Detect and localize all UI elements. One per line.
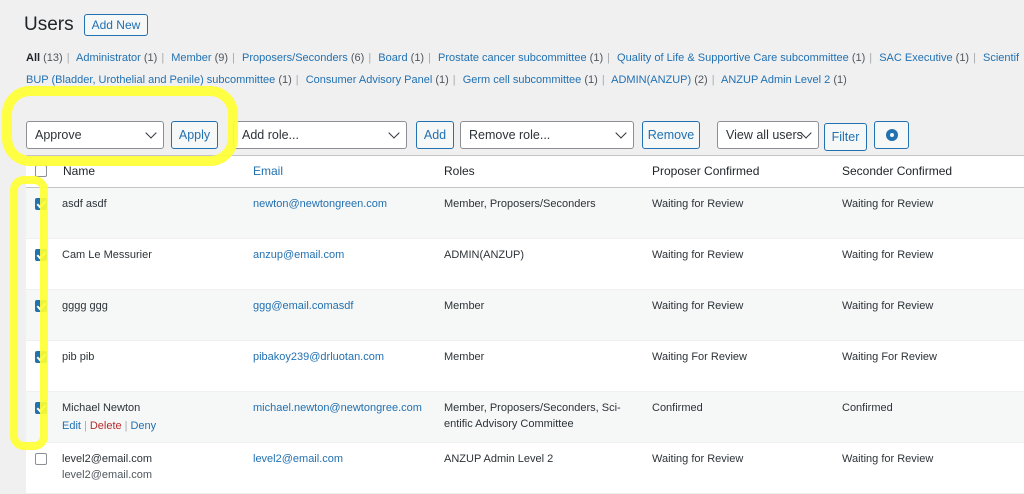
- edit-link[interactable]: Edit: [62, 420, 81, 432]
- user-name-cell: level2@email.com level2@email.com: [62, 451, 152, 483]
- user-name[interactable]: asdf asdf: [62, 196, 107, 212]
- column-roles: Roles: [444, 164, 475, 178]
- user-roles: ADMIN(ANZUP): [444, 249, 525, 261]
- user-roles-continued: entific Advisory Committee: [444, 418, 574, 430]
- user-roles: Member, Proposers/Seconders, Sci-: [444, 402, 621, 414]
- user-email[interactable]: newton@newtongreen.com: [253, 196, 387, 212]
- filter-all[interactable]: All: [26, 52, 40, 64]
- filter-sac-executive[interactable]: SAC Executive: [879, 52, 952, 64]
- highlight-checkboxes: [10, 176, 48, 450]
- add-role-value: Add role...: [242, 128, 299, 142]
- user-email[interactable]: ggg@email.comasdf: [253, 298, 353, 314]
- add-new-button[interactable]: Add New: [83, 14, 149, 36]
- filter-board[interactable]: Board: [378, 52, 407, 64]
- delete-link[interactable]: Delete: [90, 420, 122, 432]
- user-email[interactable]: level2@email.com: [253, 451, 343, 467]
- users-table: Name Email Roles Proposer Confirmed Seco…: [26, 155, 1024, 494]
- user-roles-cell: Member, Proposers/Seconders, Sci- entifi…: [444, 400, 621, 432]
- proposer-status: Waiting for Review: [652, 198, 744, 210]
- proposer-status: Waiting for Review: [652, 249, 744, 261]
- row-actions: Edit | Delete | Deny: [62, 420, 157, 432]
- user-email[interactable]: anzup@email.com: [253, 247, 344, 263]
- table-row: Cam Le Messurier anzup@email.com ADMIN(A…: [26, 239, 1024, 290]
- proposer-status: Waiting for Review: [652, 453, 744, 465]
- seconder-status: Confirmed: [842, 402, 893, 414]
- user-name[interactable]: Michael Newton: [62, 400, 156, 416]
- user-name-secondary: level2@email.com: [62, 469, 153, 481]
- column-seconder-confirmed: Seconder Confirmed: [842, 164, 953, 178]
- column-name[interactable]: Name: [63, 164, 95, 178]
- user-roles: Member, Proposers/Seconders: [444, 198, 596, 210]
- table-row: Michael Newton Edit | Delete | Deny michael.…: [26, 392, 1024, 443]
- column-proposer-confirmed: Proposer Confirmed: [652, 164, 760, 178]
- seconder-status: Waiting for Review: [842, 249, 934, 261]
- user-name[interactable]: pib pib: [62, 349, 94, 365]
- view-all-users-value: View all users: [726, 128, 803, 142]
- page-title: Users: [24, 14, 74, 35]
- proposer-status: Waiting for Review: [652, 300, 744, 312]
- user-name[interactable]: level2@email.com: [62, 451, 152, 467]
- title-row: Users Add New: [24, 11, 149, 39]
- filter-member[interactable]: Member: [171, 52, 211, 64]
- remove-role-select[interactable]: Remove role...: [460, 121, 634, 149]
- filter-anzup-admin-level-2[interactable]: ANZUP Admin Level 2: [721, 74, 830, 86]
- column-email[interactable]: Email: [253, 164, 283, 178]
- gear-icon: [885, 129, 898, 141]
- table-row: gggg ggg ggg@email.comasdf Member Waitin…: [26, 290, 1024, 341]
- filter-prostate[interactable]: Prostate cancer subcommittee: [438, 52, 587, 64]
- view-all-users-select[interactable]: View all users: [717, 121, 819, 149]
- select-all-checkbox[interactable]: [35, 165, 47, 177]
- seconder-status: Waiting For Review: [842, 351, 937, 363]
- user-email[interactable]: pibakoy239@drluotan.com: [253, 349, 384, 365]
- row-checkbox[interactable]: [35, 453, 47, 465]
- chevron-down-icon: [615, 127, 627, 139]
- user-name[interactable]: Cam Le Messurier: [62, 247, 152, 263]
- filter-proposers-seconders[interactable]: Proposers/Seconders: [242, 52, 348, 64]
- filter-germ-cell[interactable]: Germ cell subcommittee: [463, 74, 582, 86]
- table-row: asdf asdf newton@newtongreen.com Member,…: [26, 188, 1024, 239]
- highlight-bulk-action: [2, 86, 238, 166]
- role-filter-row-1: All (13) | Administrator (1) | Member (9) |…: [26, 52, 1020, 64]
- add-role-select[interactable]: Add role...: [233, 121, 407, 149]
- user-roles: Member: [444, 351, 485, 363]
- user-name-cell: Michael Newton Edit | Delete | Deny: [62, 400, 156, 434]
- seconder-status: Waiting for Review: [842, 453, 934, 465]
- deny-link[interactable]: Deny: [130, 420, 156, 432]
- filter-bup[interactable]: BUP (Bladder, Urothelial and Penile) sub…: [26, 74, 275, 86]
- role-filter-row-2: BUP (Bladder, Urothelial and Penile) sub…: [26, 74, 847, 86]
- filter-quality-of-life[interactable]: Quality of Life & Supportive Care subcom…: [617, 52, 849, 64]
- filter-consumer-advisory[interactable]: Consumer Advisory Panel: [306, 74, 433, 86]
- table-row: level2@email.com level2@email.com level2…: [26, 443, 1024, 494]
- remove-role-value: Remove role...: [469, 128, 551, 142]
- proposer-status: Confirmed: [652, 402, 703, 414]
- filter-button[interactable]: Filter: [824, 123, 867, 151]
- add-role-button[interactable]: Add: [416, 121, 454, 149]
- user-name[interactable]: gggg ggg: [62, 298, 108, 314]
- proposer-status: Waiting For Review: [652, 351, 747, 363]
- chevron-down-icon: [388, 127, 400, 139]
- filter-admin-anzup[interactable]: ADMIN(ANZUP): [611, 74, 691, 86]
- filter-scientific[interactable]: Scientif: [983, 52, 1019, 64]
- remove-role-button[interactable]: Remove: [642, 121, 700, 149]
- seconder-status: Waiting for Review: [842, 300, 934, 312]
- seconder-status: Waiting for Review: [842, 198, 934, 210]
- filter-administrator[interactable]: Administrator: [76, 52, 141, 64]
- user-roles: Member: [444, 300, 485, 312]
- table-row: pib pib pibakoy239@drluotan.com Member W…: [26, 341, 1024, 392]
- user-roles: ANZUP Admin Level 2: [444, 453, 554, 465]
- user-email[interactable]: michael.newton@newtongree.com: [253, 400, 422, 416]
- settings-button[interactable]: [874, 121, 909, 149]
